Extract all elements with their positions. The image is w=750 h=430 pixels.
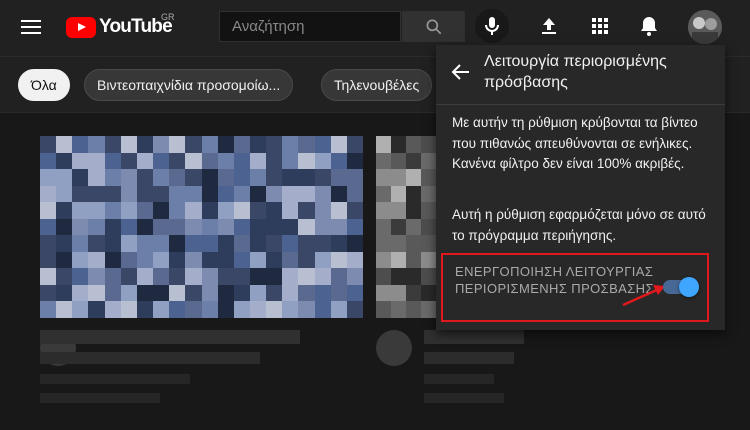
panel-description: Με αυτήν τη ρύθμιση κρύβονται τα βίντεο …	[452, 115, 698, 171]
restricted-mode-toggle-row[interactable]: ΕΝΕΡΓΟΠΟΙΗΣΗ ΛΕΙΤΟΥΡΓΙΑΣ ΠΕΡΙΟΡΙΣΜΕΝΗΣ Π…	[441, 253, 709, 322]
search-button[interactable]	[402, 11, 465, 42]
video-title-blur	[424, 352, 514, 364]
video-title-blur	[424, 330, 524, 344]
country-code: GR	[161, 12, 175, 22]
bell-icon[interactable]	[637, 14, 661, 38]
channel-avatar[interactable]	[376, 330, 412, 366]
upload-icon[interactable]	[537, 14, 561, 38]
panel-title: Λειτουργία περιορισμένης πρόσβασης	[484, 53, 667, 91]
video-stats-blur	[424, 393, 504, 403]
search-input[interactable]: Αναζήτηση	[219, 11, 401, 42]
mic-icon	[485, 17, 499, 35]
channel-name-blur	[424, 374, 494, 384]
restricted-mode-panel: Λειτουργία περιορισμένης πρόσβασης Με αυ…	[436, 45, 725, 330]
toggle-knob	[679, 277, 699, 297]
avatar[interactable]	[688, 10, 722, 44]
chip-telenovelas[interactable]: Τηλενουβέλες	[321, 69, 433, 101]
video-thumbnail[interactable]	[40, 136, 363, 318]
youtube-logo[interactable]: YouTube	[66, 15, 173, 39]
menu-icon[interactable]	[20, 16, 42, 38]
back-arrow-icon[interactable]	[449, 60, 473, 84]
panel-note: Αυτή η ρύθμιση εφαρμόζεται μόνο σε αυτό …	[452, 207, 706, 243]
avatar-image	[688, 10, 722, 44]
video-stats-blur	[40, 393, 160, 403]
channel-name-blur	[40, 374, 190, 384]
chip-all[interactable]: Όλα	[18, 69, 70, 101]
video-title-blur	[40, 352, 260, 364]
video-thumbnail[interactable]	[376, 136, 436, 318]
search-icon	[426, 19, 442, 35]
restricted-mode-toggle[interactable]	[663, 277, 699, 297]
youtube-play-icon	[66, 16, 96, 38]
chip-simulation-games[interactable]: Βιντεοπαιχνίδια προσομοίω...	[84, 69, 294, 101]
apps-grid-icon[interactable]	[588, 14, 612, 38]
panel-header: Λειτουργία περιορισμένης πρόσβασης	[436, 45, 725, 105]
voice-search-button[interactable]	[475, 9, 509, 43]
video-title-blur	[40, 330, 300, 344]
red-arrow-annotation	[622, 285, 665, 307]
